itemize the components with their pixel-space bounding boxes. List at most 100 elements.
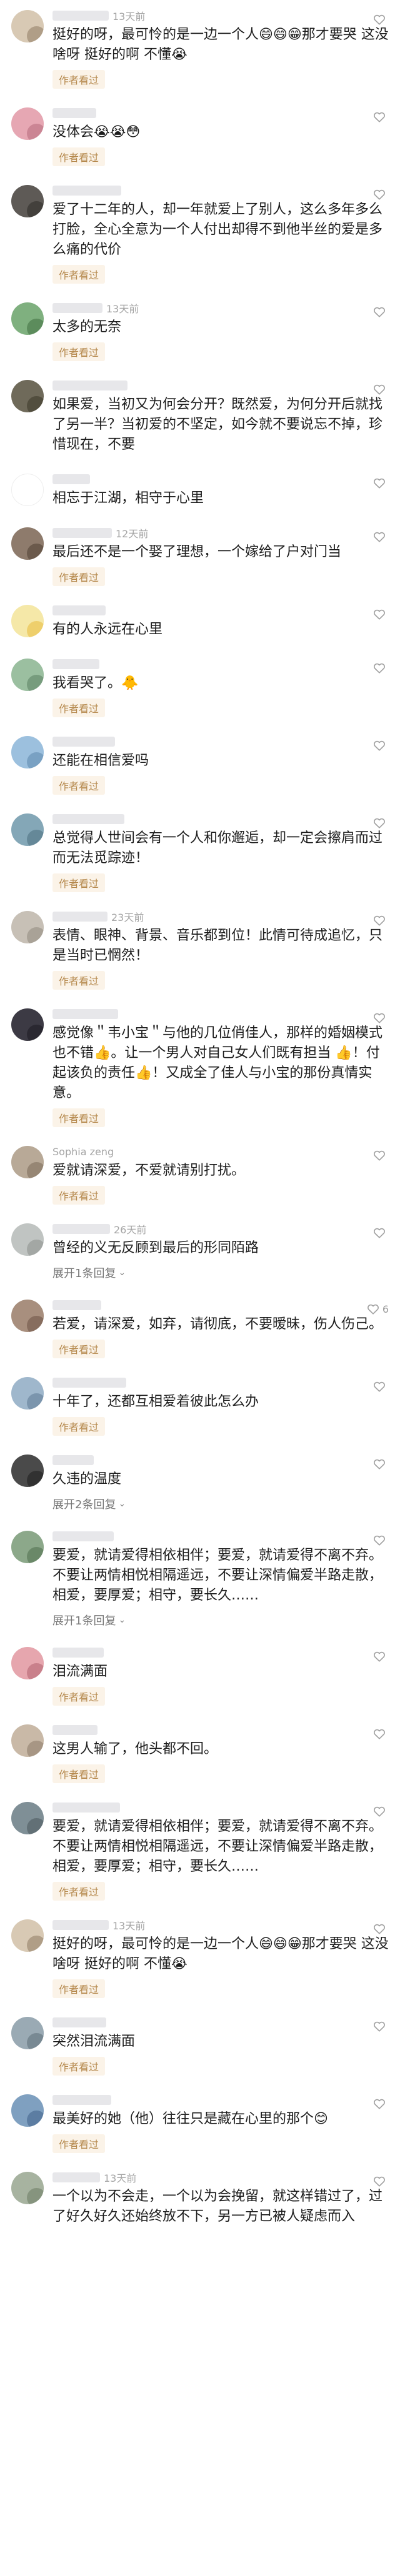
like-button[interactable] (372, 2019, 389, 2033)
username-blurred[interactable] (52, 1378, 126, 1388)
username-blurred[interactable] (52, 186, 121, 196)
expand-replies-button[interactable]: 展开2条回复 ⌄ (52, 1496, 390, 1512)
comment-time: 26天前 (114, 1224, 147, 1236)
like-button[interactable] (372, 305, 389, 319)
avatar[interactable] (11, 1531, 44, 1563)
author-viewed-badge: 作者看过 (52, 147, 106, 166)
username-blurred[interactable] (52, 380, 128, 390)
avatar[interactable] (11, 2094, 44, 2127)
comment-meta (52, 812, 390, 826)
comment-meta: Sophia zeng (52, 1145, 390, 1158)
like-button[interactable] (372, 661, 389, 675)
avatar[interactable] (11, 2017, 44, 2049)
username-blurred[interactable] (52, 814, 124, 824)
avatar[interactable] (11, 1146, 44, 1178)
username-blurred[interactable] (52, 1224, 110, 1234)
username-blurred[interactable]: Sophia zeng (52, 1146, 114, 1158)
username-blurred[interactable] (52, 1725, 98, 1735)
avatar[interactable] (11, 302, 44, 335)
like-button[interactable] (372, 607, 389, 621)
author-viewed-badge: 作者看过 (52, 70, 106, 89)
username-blurred[interactable] (52, 108, 96, 118)
like-button[interactable]: 6 (366, 1302, 389, 1316)
like-button[interactable] (372, 1727, 389, 1741)
username-blurred[interactable] (52, 737, 115, 747)
username-blurred[interactable] (52, 303, 102, 313)
avatar[interactable] (11, 1377, 44, 1410)
like-button[interactable] (372, 1380, 389, 1393)
username-blurred[interactable] (52, 1920, 109, 1930)
comment-text: 感觉像＂韦小宝＂与他的几位俏佳人，那样的婚姻模式也不错👍。让一个男人对自己女人们… (52, 1025, 383, 1101)
heart-icon (374, 2021, 385, 2032)
like-button[interactable] (372, 1922, 389, 1936)
avatar[interactable] (11, 1802, 44, 1834)
like-button[interactable] (372, 1533, 389, 1547)
avatar[interactable] (11, 107, 44, 140)
username-blurred[interactable] (52, 1455, 94, 1465)
username-blurred[interactable] (52, 11, 109, 21)
avatar[interactable] (11, 813, 44, 846)
expand-replies-button[interactable]: 展开1条回复 ⌄ (52, 1612, 390, 1628)
like-button[interactable] (372, 1148, 389, 1162)
like-button[interactable] (372, 1457, 389, 1471)
avatar[interactable] (11, 911, 44, 943)
avatar[interactable] (11, 1300, 44, 1332)
avatar[interactable] (11, 527, 44, 560)
like-button[interactable] (372, 476, 389, 490)
heart-icon (374, 1729, 385, 1739)
comment-list: 13天前 挺好的呀，最可怜的是一边一个人😄😄😁那才要哭 这没啥呀 挺好的啊 不懂… (0, 0, 400, 2235)
avatar[interactable] (11, 185, 44, 217)
avatar[interactable] (11, 1919, 44, 1952)
comment-meta: 13天前 (52, 9, 390, 22)
avatar[interactable] (11, 605, 44, 637)
username-blurred[interactable] (52, 1531, 114, 1541)
comment-meta (52, 2016, 390, 2029)
username-blurred[interactable] (52, 474, 90, 484)
expand-replies-button[interactable]: 展开1条回复 ⌄ (52, 1265, 390, 1281)
like-button[interactable] (372, 110, 389, 124)
avatar[interactable] (11, 1223, 44, 1256)
heart-icon (374, 609, 385, 620)
like-button[interactable] (372, 530, 389, 544)
author-viewed-badge: 作者看过 (52, 873, 106, 892)
like-button[interactable] (372, 382, 389, 396)
like-button[interactable] (372, 1226, 389, 1240)
comment-text: 曾经的义无反顾到最后的形同陌路 (52, 1240, 259, 1256)
username-blurred[interactable] (52, 912, 108, 922)
avatar[interactable] (11, 1647, 44, 1679)
avatar[interactable] (11, 659, 44, 691)
like-button[interactable] (372, 12, 389, 26)
avatar[interactable] (11, 474, 44, 506)
username-blurred[interactable] (52, 2017, 106, 2027)
like-button[interactable] (372, 2097, 389, 2111)
avatar[interactable] (11, 1455, 44, 1487)
username-blurred[interactable] (52, 2095, 111, 2105)
username-blurred[interactable] (52, 605, 106, 615)
username-blurred[interactable] (52, 2172, 100, 2182)
username-blurred[interactable] (52, 528, 112, 538)
avatar[interactable] (11, 1008, 44, 1041)
avatar[interactable] (11, 380, 44, 412)
like-button[interactable] (372, 816, 389, 830)
username-blurred[interactable] (52, 659, 99, 669)
username-blurred[interactable] (52, 1009, 118, 1019)
avatar[interactable] (11, 736, 44, 768)
avatar[interactable] (11, 10, 44, 42)
like-button[interactable] (372, 1804, 389, 1818)
like-button[interactable] (372, 1011, 389, 1025)
avatar[interactable] (11, 1724, 44, 1757)
avatar[interactable] (11, 2172, 44, 2204)
like-button[interactable] (372, 187, 389, 201)
comment-meta (52, 1298, 390, 1312)
username-blurred[interactable] (52, 1648, 104, 1658)
heart-icon (374, 1013, 385, 1023)
like-button[interactable] (372, 913, 389, 927)
comment-item: 12天前 最后还不是一个娶了理想，一个嫁给了户对门当 作者看过 (0, 517, 400, 595)
username-blurred[interactable] (52, 1300, 101, 1310)
like-button[interactable] (372, 1649, 389, 1663)
like-button[interactable] (372, 738, 389, 752)
like-button[interactable] (372, 2174, 389, 2188)
username-blurred[interactable] (52, 1803, 120, 1813)
comment-meta (52, 604, 390, 617)
comment-meta (52, 1723, 390, 1737)
